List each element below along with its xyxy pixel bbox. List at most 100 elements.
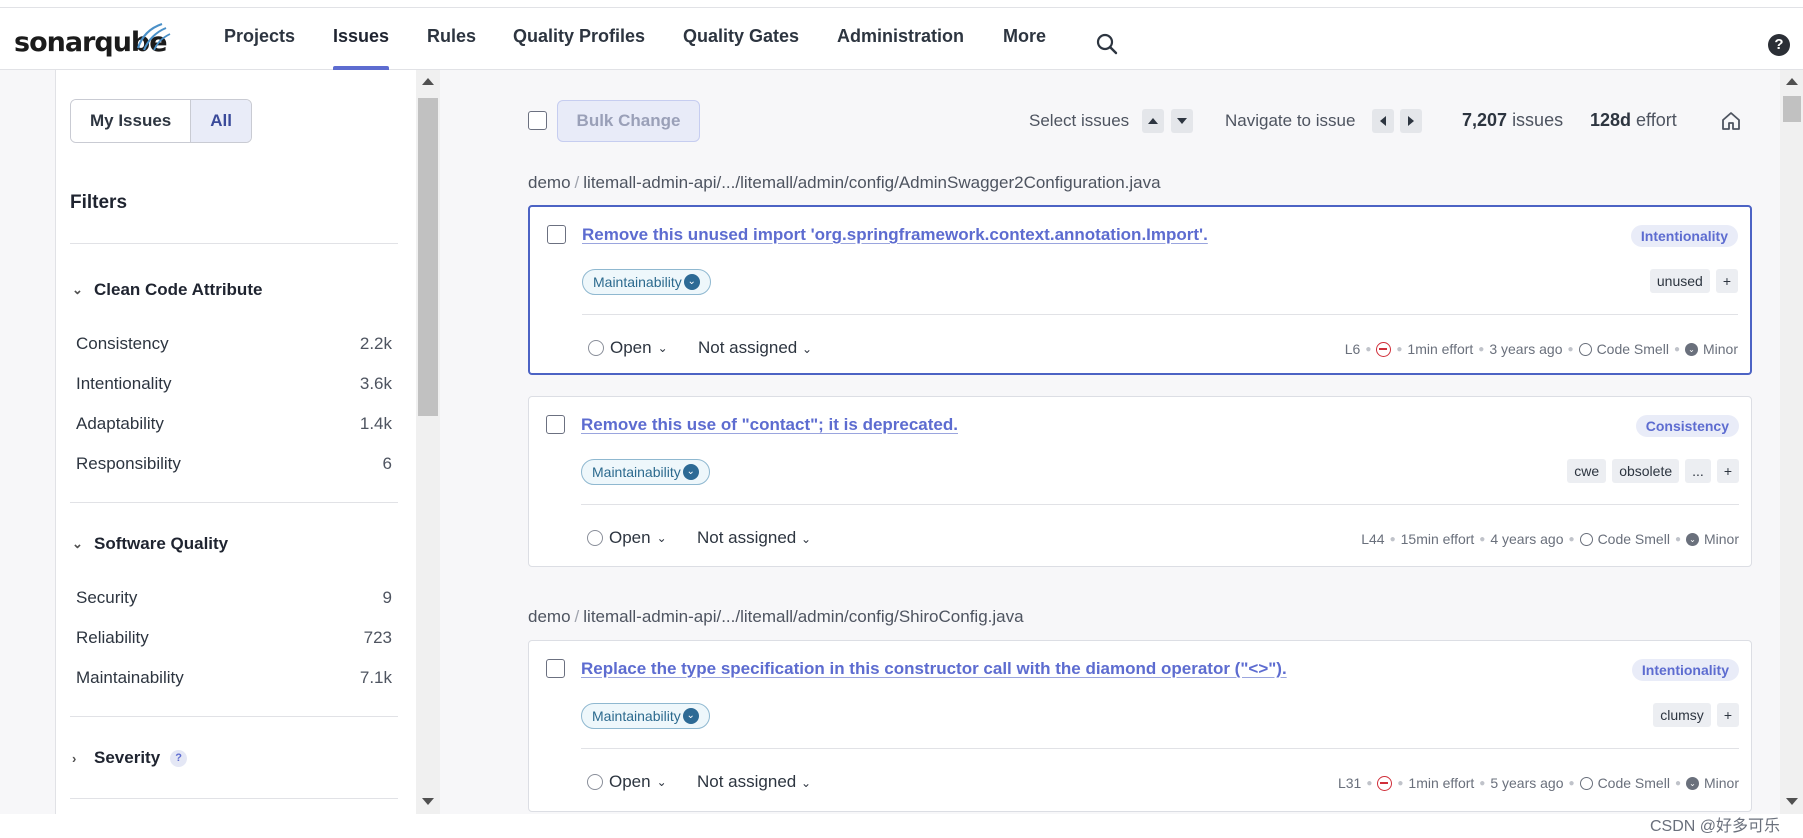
assignee-dropdown[interactable]: Not assigned ⌄ bbox=[698, 338, 812, 358]
divider bbox=[581, 748, 1739, 749]
facet-item-consistency[interactable]: Consistency 2.2k bbox=[76, 334, 392, 354]
nav-administration[interactable]: Administration bbox=[837, 26, 964, 47]
issue-status-dropdown[interactable]: Open ⌄ bbox=[588, 338, 668, 358]
my-issues-button[interactable]: My Issues bbox=[71, 100, 191, 142]
issue-checkbox[interactable] bbox=[546, 659, 565, 678]
chevron-down-icon: ⌄ bbox=[800, 532, 812, 546]
tag[interactable]: clumsy bbox=[1653, 703, 1711, 727]
watermark: CSDN @好多可乐 bbox=[1650, 818, 1781, 835]
effort-total: 128d effort bbox=[1590, 110, 1677, 131]
tag[interactable]: unused bbox=[1649, 269, 1710, 293]
nav-rules[interactable]: Rules bbox=[427, 26, 476, 47]
nav-quality-gates[interactable]: Quality Gates bbox=[683, 26, 799, 47]
blocker-icon bbox=[1377, 775, 1393, 791]
facet-item-adaptability[interactable]: Adaptability 1.4k bbox=[76, 414, 392, 434]
facet-item-label: Maintainability bbox=[76, 668, 184, 687]
issue-status-dropdown[interactable]: Open ⌄ bbox=[587, 772, 667, 792]
line-number[interactable]: L6 bbox=[1345, 341, 1361, 357]
global-navbar: sonarqube Projects Issues Rules Quality … bbox=[0, 8, 1803, 70]
select-all-checkbox[interactable] bbox=[528, 111, 547, 130]
issue-tags[interactable]: clumsy + bbox=[1653, 703, 1739, 727]
facet-title: Software Quality bbox=[94, 534, 229, 553]
issue-severity: Minor bbox=[1702, 341, 1738, 357]
issue-checkbox[interactable] bbox=[547, 225, 566, 244]
nav-issues[interactable]: Issues bbox=[333, 26, 389, 47]
add-tag-button[interactable]: + bbox=[1715, 269, 1738, 293]
tag[interactable]: cwe bbox=[1567, 459, 1607, 483]
main-scrollbar[interactable] bbox=[1780, 70, 1803, 814]
bulk-change-button[interactable]: Bulk Change bbox=[557, 100, 700, 142]
search-icon[interactable] bbox=[1095, 32, 1119, 56]
help-icon[interactable]: ? bbox=[1768, 34, 1790, 56]
issue-card[interactable]: Remove this unused import 'org.springfra… bbox=[528, 205, 1752, 375]
file-path[interactable]: litemall-admin-api/.../litemall/admin/co… bbox=[583, 607, 1023, 626]
home-icon[interactable] bbox=[1720, 110, 1742, 132]
navigate-left-key-icon[interactable] bbox=[1372, 109, 1394, 133]
software-quality-badge[interactable]: Maintainability ⌄ bbox=[582, 269, 711, 295]
filters-title: Filters bbox=[70, 192, 128, 213]
facet-item-maintainability[interactable]: Maintainability 7.1k bbox=[76, 668, 392, 688]
project-name[interactable]: demo bbox=[528, 173, 571, 192]
effort: 1min effort bbox=[1407, 341, 1474, 357]
facet-clean-code-attribute[interactable]: ⌄ Clean Code Attribute bbox=[72, 280, 262, 300]
facet-item-intentionality[interactable]: Intentionality 3.6k bbox=[76, 374, 392, 394]
issue-title-link[interactable]: Replace the type specification in this c… bbox=[581, 659, 1287, 679]
assignee-dropdown[interactable]: Not assigned ⌄ bbox=[697, 772, 811, 792]
issue-meta: L31 ● ● 1min effort ● 5 years ago ● Code Sm… bbox=[1337, 775, 1739, 791]
scrollbar-thumb[interactable] bbox=[418, 98, 438, 416]
scroll-down-arrow-icon[interactable] bbox=[1786, 798, 1798, 805]
issue-tags[interactable]: unused + bbox=[1649, 269, 1738, 293]
navigate-right-key-icon[interactable] bbox=[1400, 109, 1422, 133]
select-up-key-icon[interactable] bbox=[1142, 109, 1164, 133]
issue-meta: L44 ● 15min effort ● 4 years ago ● Code Sme… bbox=[1361, 531, 1739, 547]
project-name[interactable]: demo bbox=[528, 607, 571, 626]
facet-software-quality[interactable]: ⌄ Software Quality bbox=[72, 534, 228, 554]
issue-age[interactable]: 4 years ago bbox=[1490, 531, 1563, 547]
facet-item-security[interactable]: Security 9 bbox=[76, 588, 392, 608]
issue-tags[interactable]: cwe obsolete ... + bbox=[1567, 459, 1739, 483]
severity-minor-icon: ⌄ bbox=[1685, 776, 1699, 790]
issue-checkbox[interactable] bbox=[546, 415, 565, 434]
software-quality-badge[interactable]: Maintainability ⌄ bbox=[581, 459, 710, 485]
issue-title-link[interactable]: Remove this unused import 'org.springfra… bbox=[582, 225, 1208, 245]
nav-projects[interactable]: Projects bbox=[224, 26, 295, 47]
issue-card[interactable]: Remove this use of "contact"; it is depr… bbox=[528, 396, 1752, 567]
issue-meta: L6 ● ● 1min effort ● 3 years ago ● Code Sme… bbox=[1344, 341, 1738, 357]
sidebar-scrollbar[interactable] bbox=[416, 70, 440, 814]
issue-card[interactable]: Replace the type specification in this c… bbox=[528, 640, 1752, 812]
assignee-dropdown[interactable]: Not assigned ⌄ bbox=[697, 528, 811, 548]
software-quality-badge[interactable]: Maintainability ⌄ bbox=[581, 703, 710, 729]
all-issues-button[interactable]: All bbox=[190, 100, 251, 142]
file-path[interactable]: litemall-admin-api/.../litemall/admin/co… bbox=[583, 173, 1160, 192]
help-icon[interactable]: ? bbox=[170, 749, 188, 767]
issue-title-link[interactable]: Remove this use of "contact"; it is depr… bbox=[581, 415, 958, 435]
sonarqube-logo[interactable]: sonarqube bbox=[14, 18, 171, 58]
chevron-down-icon: ⌄ bbox=[682, 708, 699, 724]
issue-age[interactable]: 5 years ago bbox=[1490, 775, 1563, 791]
facet-item-count: 723 bbox=[363, 628, 392, 647]
issue-status-dropdown[interactable]: Open ⌄ bbox=[587, 528, 667, 548]
scroll-down-arrow-icon[interactable] bbox=[422, 798, 434, 805]
line-number[interactable]: L31 bbox=[1338, 775, 1361, 791]
line-number[interactable]: L44 bbox=[1361, 531, 1384, 547]
tag[interactable]: obsolete bbox=[1612, 459, 1680, 483]
facet-item-responsibility[interactable]: Responsibility 6 bbox=[76, 454, 392, 474]
scrollbar-thumb[interactable] bbox=[1783, 96, 1801, 122]
chevron-down-icon: ⌄ bbox=[801, 342, 813, 356]
divider bbox=[70, 243, 398, 244]
issue-severity: Minor bbox=[1703, 775, 1739, 791]
facet-title: Clean Code Attribute bbox=[94, 280, 263, 299]
more-tags-button[interactable]: ... bbox=[1685, 459, 1711, 483]
add-tag-button[interactable]: + bbox=[1716, 459, 1739, 483]
scroll-up-arrow-icon[interactable] bbox=[422, 78, 434, 85]
scroll-up-arrow-icon[interactable] bbox=[1786, 78, 1798, 85]
select-down-key-icon[interactable] bbox=[1171, 109, 1193, 133]
effort: 15min effort bbox=[1400, 531, 1475, 547]
facet-severity[interactable]: › Severity ? bbox=[72, 748, 188, 768]
facet-item-count: 9 bbox=[382, 588, 392, 607]
nav-more[interactable]: More bbox=[1003, 26, 1046, 47]
facet-item-reliability[interactable]: Reliability 723 bbox=[76, 628, 392, 648]
add-tag-button[interactable]: + bbox=[1716, 703, 1739, 727]
nav-quality-profiles[interactable]: Quality Profiles bbox=[513, 26, 645, 47]
issue-age[interactable]: 3 years ago bbox=[1489, 341, 1562, 357]
